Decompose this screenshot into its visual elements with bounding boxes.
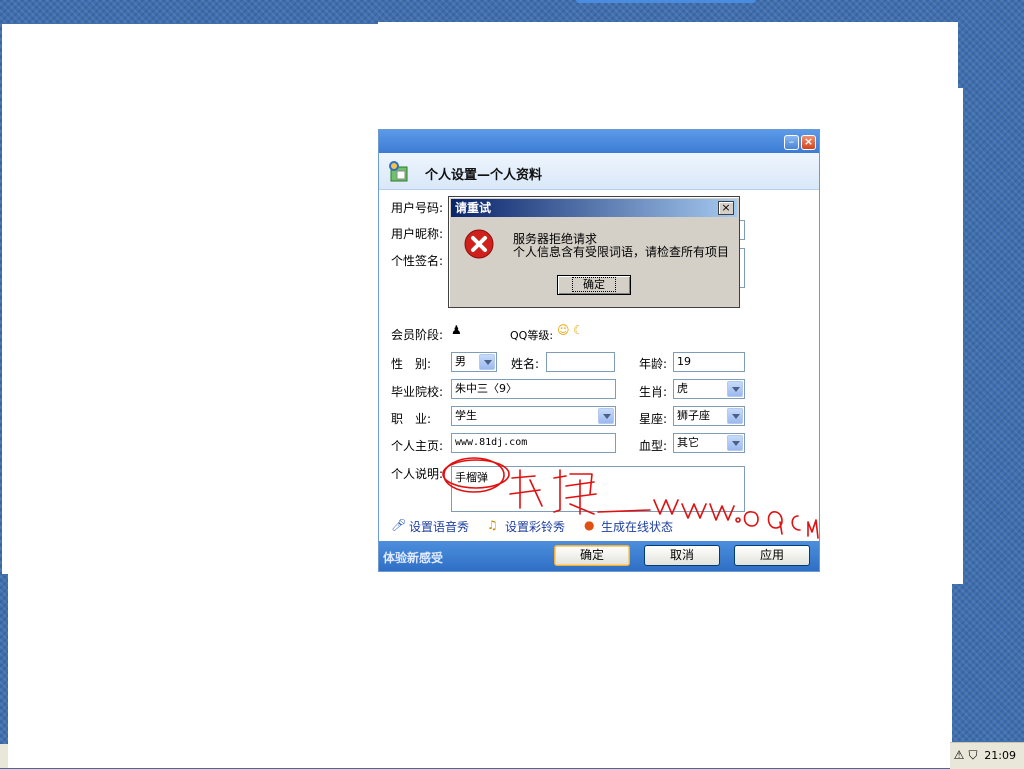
taskbar-left-edge	[0, 744, 8, 768]
dialog-title: 请重试	[455, 201, 492, 215]
dialog-titlebar[interactable]: 请重试 ×	[451, 199, 737, 217]
name-input[interactable]	[546, 352, 615, 372]
voice-show-link[interactable]: 设置语音秀	[409, 518, 469, 535]
gender-value: 男	[455, 355, 466, 368]
blood-select[interactable]: 其它	[673, 433, 745, 453]
window-titlebar[interactable]: – ×	[379, 130, 819, 153]
top-taskbar-button[interactable]	[576, 0, 756, 3]
desc-label: 个人说明:	[391, 467, 444, 481]
chevron-down-icon[interactable]	[598, 408, 614, 424]
zodiac-select[interactable]: 虎	[673, 379, 745, 399]
gender-select[interactable]: 男	[451, 352, 497, 372]
white-area-bottom-left	[8, 574, 378, 768]
member-label: 会员阶段:	[391, 328, 444, 342]
white-area-left	[2, 24, 378, 574]
window-header: 个人设置—个人资料	[379, 153, 819, 190]
age-input[interactable]: 19	[673, 352, 745, 372]
desc-textarea[interactable]: 手榴弹	[451, 466, 745, 512]
homepage-input[interactable]: www.81dj.com	[451, 433, 616, 453]
page-title: 个人设置—个人资料	[425, 168, 543, 183]
chevron-down-icon[interactable]	[727, 381, 743, 397]
level-sun-icon: ☺	[557, 323, 570, 337]
ringtone-icon[interactable]: ♫	[487, 518, 498, 532]
homepage-label: 个人主页:	[391, 439, 444, 453]
job-value: 学生	[455, 409, 477, 422]
close-button[interactable]: ×	[801, 135, 816, 150]
ringtone-show-link[interactable]: 设置彩铃秀	[505, 518, 565, 535]
name-label: 姓名:	[511, 357, 540, 371]
gender-label: 性 别:	[391, 357, 432, 371]
sign-label: 个性签名:	[391, 254, 444, 268]
error-dialog: 请重试 × 服务器拒绝请求 个人信息含有受限词语，请检查所有项目 确定	[448, 196, 740, 308]
error-icon	[464, 229, 494, 259]
chevron-down-icon[interactable]	[727, 408, 743, 424]
microphone-icon[interactable]: 🎤︎	[391, 518, 406, 532]
age-label: 年龄:	[639, 357, 668, 371]
nick-label: 用户昵称:	[391, 227, 444, 241]
penguin-icon[interactable]: ●	[584, 518, 594, 532]
white-area-right-upper	[820, 22, 958, 92]
cancel-button[interactable]: 取消	[644, 545, 720, 566]
system-tray: ⚠ ⛉ 21:09	[950, 742, 1024, 769]
zodiac-label: 生肖:	[639, 385, 668, 399]
tray-warning-icon[interactable]: ⚠	[952, 748, 966, 762]
minimize-button[interactable]: –	[784, 135, 799, 150]
job-select[interactable]: 学生	[451, 406, 616, 426]
star-label: 星座:	[639, 412, 668, 426]
dialog-ok-button[interactable]: 确定	[557, 275, 631, 295]
job-label: 职 业:	[391, 412, 432, 426]
online-status-link[interactable]: 生成在线状态	[601, 518, 673, 535]
level-moon-icon: ☾	[573, 323, 584, 337]
blood-label: 血型:	[639, 439, 668, 453]
member-penguin-icon: ♟	[451, 323, 462, 337]
window-footer: 体验新感受 确定 取消 应用	[379, 541, 819, 571]
zodiac-value: 虎	[677, 382, 688, 395]
profile-card-icon	[389, 161, 408, 182]
desc-value: 手榴弹	[455, 471, 488, 484]
blood-value: 其它	[677, 436, 699, 449]
tray-shield-icon[interactable]: ⛉	[966, 748, 980, 762]
school-input[interactable]: 朱中三〈9〉	[451, 379, 616, 399]
qq-level-label: QQ等级:	[510, 329, 554, 342]
uin-label: 用户号码:	[391, 201, 444, 215]
chevron-down-icon[interactable]	[727, 435, 743, 451]
dialog-ok-label: 确定	[572, 277, 616, 292]
star-value: 狮子座	[677, 409, 710, 422]
tray-clock[interactable]: 21:09	[984, 749, 1016, 762]
ok-button[interactable]: 确定	[554, 545, 630, 566]
chevron-down-icon[interactable]	[479, 354, 495, 370]
dialog-close-button[interactable]: ×	[718, 201, 734, 215]
footer-brand: 体验新感受	[383, 551, 444, 565]
white-area-bottom	[378, 572, 952, 768]
apply-button[interactable]: 应用	[734, 545, 810, 566]
white-area-right	[820, 88, 963, 584]
star-select[interactable]: 狮子座	[673, 406, 745, 426]
school-label: 毕业院校:	[391, 385, 444, 399]
error-message-line2: 个人信息含有受限词语，请检查所有项目	[513, 245, 730, 259]
